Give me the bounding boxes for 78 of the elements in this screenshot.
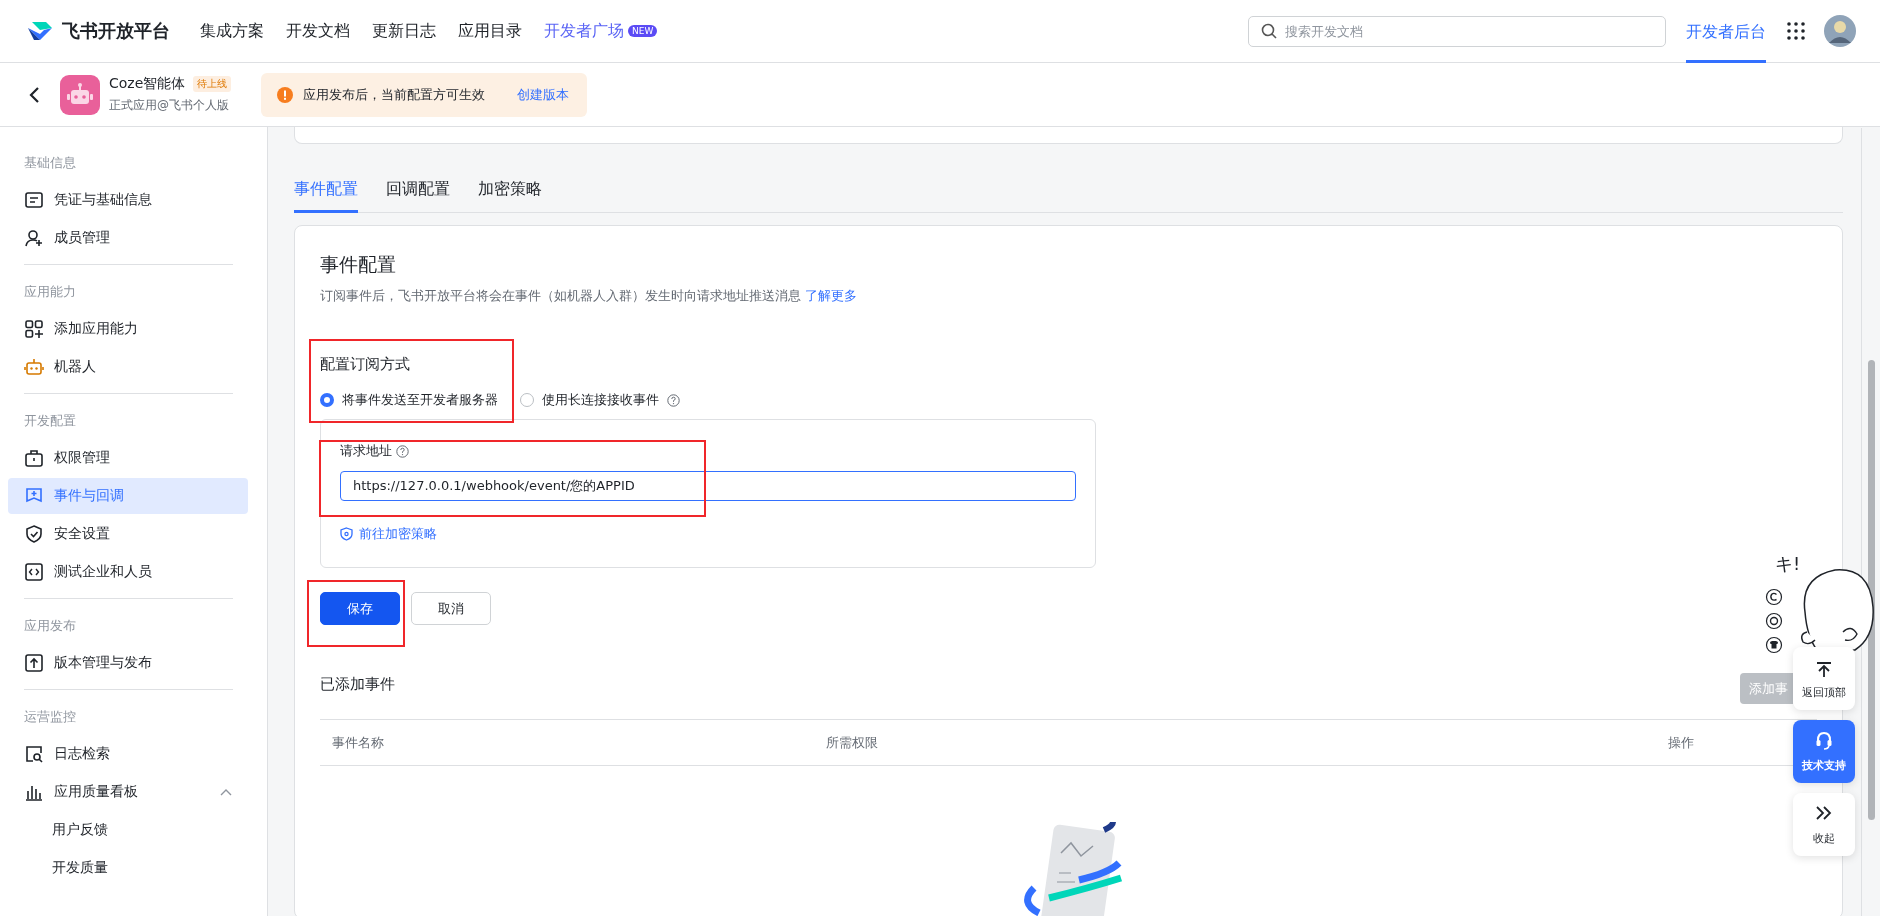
tab[interactable]: 事件配置 xyxy=(294,179,358,213)
help-icon xyxy=(667,393,680,407)
radio-button[interactable] xyxy=(320,393,334,407)
add-person-icon xyxy=(24,228,44,248)
sidebar-item[interactable]: 应用质量看板 xyxy=(8,774,248,810)
nav-link[interactable]: 开发文档 xyxy=(286,20,350,42)
app-name: Coze智能体 xyxy=(109,75,186,93)
search-icon xyxy=(1261,23,1277,39)
nav-link[interactable]: 集成方案 xyxy=(200,20,264,42)
sidebar-item[interactable]: 添加应用能力 xyxy=(8,311,248,347)
field-label: 配置订阅方式 xyxy=(320,355,411,374)
alert-text: 应用发布后，当前配置方可生效 xyxy=(303,85,486,104)
nav-link[interactable]: 应用目录 xyxy=(458,20,522,42)
robot-icon xyxy=(60,74,100,115)
column-header: 操作 xyxy=(1668,733,1694,752)
nav-link[interactable]: 更新日志 xyxy=(372,20,436,42)
shield-check-icon xyxy=(24,524,44,544)
help-icon xyxy=(396,444,409,458)
nav-link[interactable]: 开发者广场 NEW xyxy=(544,20,658,42)
float-button[interactable]: 收起 xyxy=(1793,793,1855,856)
radio-option[interactable]: 使用长连接接收事件 xyxy=(520,391,680,409)
column-header: 事件名称 xyxy=(332,733,385,752)
robot-icon xyxy=(24,357,44,377)
id-card-icon xyxy=(24,190,44,210)
status-badge: 待上线 xyxy=(193,76,232,92)
float-button[interactable]: 返回顶部 xyxy=(1793,647,1855,710)
logo-icon xyxy=(26,20,54,42)
description-text: 订阅事件后，飞书开放平台将会在事件（如机器人入群）发生时向请求地址推送消息 xyxy=(320,287,801,305)
sidebar-item[interactable]: 日志检索 xyxy=(8,736,248,772)
tab[interactable]: 加密策略 xyxy=(478,179,542,213)
learn-more-link[interactable]: 了解更多 xyxy=(805,287,857,305)
section-title: 已添加事件 xyxy=(320,675,395,694)
sidebar-section-title: 应用发布 xyxy=(23,617,77,635)
section-title: 事件配置 xyxy=(320,252,397,277)
field-label: 请求地址 xyxy=(340,442,392,460)
back-icon xyxy=(28,85,40,104)
briefcase-icon xyxy=(24,448,44,468)
warning-icon xyxy=(277,86,294,103)
sidebar-section-title: 应用能力 xyxy=(23,283,77,301)
log-search-icon xyxy=(24,744,44,764)
sidebar-item[interactable]: 开发质量 xyxy=(8,850,248,886)
sidebar-item[interactable]: 版本管理与发布 xyxy=(8,645,248,681)
scrollbar-thumb[interactable] xyxy=(1868,360,1875,820)
sidebar-section-title: 开发配置 xyxy=(23,412,77,430)
avatar-icon xyxy=(1824,15,1856,47)
cancel-button[interactable]: 取消 xyxy=(411,592,491,625)
sticker-text: キ! xyxy=(1775,552,1801,576)
shield-icon xyxy=(340,527,353,541)
sidebar-item[interactable]: 事件与回调 xyxy=(8,478,248,514)
url-input-field[interactable]: https://127.0.0.1/webhook/event/您的APPID xyxy=(340,471,1076,501)
console-link[interactable]: 开发者后台 xyxy=(1686,0,1766,63)
column-header: 所需权限 xyxy=(826,733,879,752)
radio-label: 使用长连接接收事件 xyxy=(542,391,659,409)
upload-icon xyxy=(24,653,44,673)
tab[interactable]: 回调配置 xyxy=(386,179,450,213)
sidebar-section-title: 运营监控 xyxy=(23,708,77,726)
search-field[interactable]: 搜索开发文档 xyxy=(1285,19,1653,43)
headset-icon xyxy=(1814,730,1834,752)
create-version-link[interactable]: 创建版本 xyxy=(517,85,570,104)
sidebar-item[interactable]: 用户反馈 xyxy=(8,812,248,848)
sidebar-item[interactable]: 成员管理 xyxy=(8,220,248,256)
apps-grid-icon xyxy=(1786,21,1806,41)
chevron-icon xyxy=(220,788,232,796)
save-button[interactable]: 保存 xyxy=(320,592,400,625)
sidebar-item[interactable]: 安全设置 xyxy=(8,516,248,552)
sidebar-item[interactable]: 权限管理 xyxy=(8,440,248,476)
sidebar-item[interactable]: 凭证与基础信息 xyxy=(8,182,248,218)
search-box[interactable]: 搜索开发文档 xyxy=(1248,15,1666,47)
code-icon xyxy=(24,562,44,582)
float-button[interactable]: 技术支持 xyxy=(1793,720,1855,783)
encryption-policy-link[interactable]: 前往加密策略 xyxy=(340,525,1076,543)
new-badge: NEW xyxy=(628,25,658,37)
app-subtitle: 正式应用@飞书个人版 xyxy=(109,97,230,114)
sidebar-section-title: 基础信息 xyxy=(23,154,77,172)
logo-text: 飞书开放平台 xyxy=(62,19,170,43)
apps-add-icon xyxy=(24,319,44,339)
sidebar-item[interactable]: 测试企业和人员 xyxy=(8,554,248,590)
sidebar-item[interactable]: 机器人 xyxy=(8,349,248,385)
